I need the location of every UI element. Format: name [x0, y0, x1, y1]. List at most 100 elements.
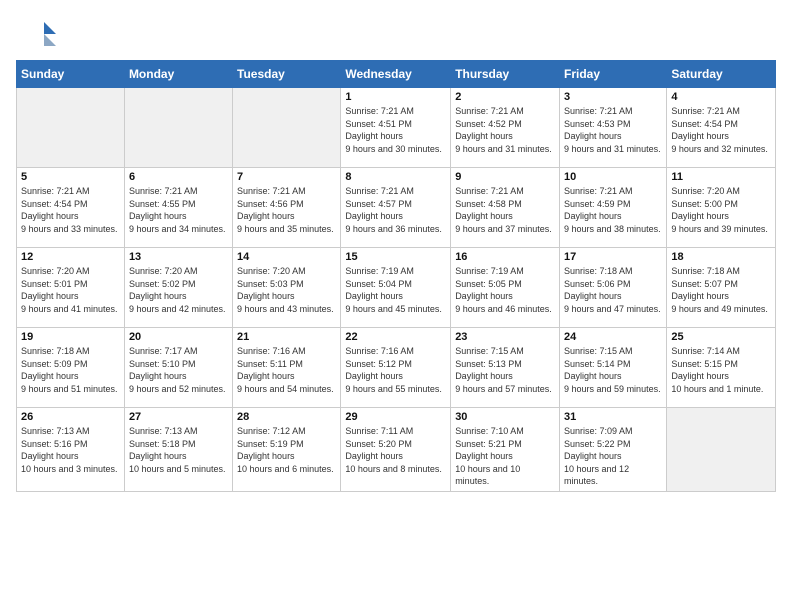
calendar-cell: 19 Sunrise: 7:18 AMSunset: 5:09 PMDayligh…	[17, 328, 125, 408]
calendar-cell	[233, 88, 341, 168]
day-number: 21	[237, 331, 336, 343]
weekday-header-saturday: Saturday	[667, 61, 776, 88]
calendar-cell: 26 Sunrise: 7:13 AMSunset: 5:16 PMDayligh…	[17, 408, 125, 492]
calendar-cell: 17 Sunrise: 7:18 AMSunset: 5:06 PMDayligh…	[560, 248, 667, 328]
day-info: Sunrise: 7:13 AMSunset: 5:16 PMDaylight …	[21, 425, 120, 475]
calendar-cell: 10 Sunrise: 7:21 AMSunset: 4:59 PMDayligh…	[560, 168, 667, 248]
calendar-cell: 15 Sunrise: 7:19 AMSunset: 5:04 PMDayligh…	[341, 248, 451, 328]
day-info: Sunrise: 7:21 AMSunset: 4:54 PMDaylight …	[21, 185, 120, 235]
calendar-cell: 6Sunrise: 7:21 AMSunset: 4:55 PMDaylight…	[124, 168, 232, 248]
weekday-header-wednesday: Wednesday	[341, 61, 451, 88]
weekday-header-monday: Monday	[124, 61, 232, 88]
day-number: 9	[455, 171, 555, 183]
day-number: 7	[237, 171, 336, 183]
logo	[24, 16, 64, 52]
day-number: 29	[345, 411, 446, 423]
day-info: Sunrise: 7:10 AMSunset: 5:21 PMDaylight …	[455, 425, 555, 488]
day-info: Sunrise: 7:21 AMSunset: 4:53 PMDaylight …	[564, 105, 662, 155]
day-number: 2	[455, 91, 555, 103]
calendar-cell	[17, 88, 125, 168]
calendar-cell: 30Sunrise: 7:10 AMSunset: 5:21 PMDayligh…	[451, 408, 560, 492]
weekday-header-sunday: Sunday	[17, 61, 125, 88]
calendar-cell: 16Sunrise: 7:19 AMSunset: 5:05 PMDayligh…	[451, 248, 560, 328]
calendar-cell: 21 Sunrise: 7:16 AMSunset: 5:11 PMDayligh…	[233, 328, 341, 408]
logo-icon	[24, 16, 60, 52]
day-info: Sunrise: 7:21 AMSunset: 4:55 PMDaylight …	[129, 185, 228, 235]
day-info: Sunrise: 7:21 AMSunset: 4:56 PMDaylight …	[237, 185, 336, 235]
day-info: Sunrise: 7:16 AMSunset: 5:11 PMDaylight …	[237, 345, 336, 395]
day-info: Sunrise: 7:15 AMSunset: 5:14 PMDaylight …	[564, 345, 662, 395]
day-number: 26	[21, 411, 120, 423]
calendar-cell: 23Sunrise: 7:15 AMSunset: 5:13 PMDayligh…	[451, 328, 560, 408]
calendar-cell: 11 Sunrise: 7:20 AMSunset: 5:00 PMDayligh…	[667, 168, 776, 248]
day-info: Sunrise: 7:13 AMSunset: 5:18 PMDaylight …	[129, 425, 228, 475]
calendar-cell: 9 Sunrise: 7:21 AMSunset: 4:58 PMDaylight…	[451, 168, 560, 248]
day-info: Sunrise: 7:19 AMSunset: 5:04 PMDaylight …	[345, 265, 446, 315]
day-number: 10	[564, 171, 662, 183]
day-number: 27	[129, 411, 228, 423]
day-info: Sunrise: 7:18 AMSunset: 5:06 PMDaylight …	[564, 265, 662, 315]
calendar-cell: 27 Sunrise: 7:13 AMSunset: 5:18 PMDayligh…	[124, 408, 232, 492]
week-row-5: 26 Sunrise: 7:13 AMSunset: 5:16 PMDayligh…	[17, 408, 776, 492]
day-number: 14	[237, 251, 336, 263]
calendar-cell: 22 Sunrise: 7:16 AMSunset: 5:12 PMDayligh…	[341, 328, 451, 408]
calendar-wrapper: SundayMondayTuesdayWednesdayThursdayFrid…	[0, 60, 792, 508]
calendar-table: SundayMondayTuesdayWednesdayThursdayFrid…	[16, 60, 776, 492]
day-info: Sunrise: 7:21 AMSunset: 4:57 PMDaylight …	[345, 185, 446, 235]
day-info: Sunrise: 7:16 AMSunset: 5:12 PMDaylight …	[345, 345, 446, 395]
week-row-3: 12Sunrise: 7:20 AMSunset: 5:01 PMDayligh…	[17, 248, 776, 328]
day-info: Sunrise: 7:20 AMSunset: 5:03 PMDaylight …	[237, 265, 336, 315]
header	[0, 0, 792, 60]
day-number: 22	[345, 331, 446, 343]
day-info: Sunrise: 7:18 AMSunset: 5:07 PMDaylight …	[671, 265, 771, 315]
week-row-4: 19 Sunrise: 7:18 AMSunset: 5:09 PMDayligh…	[17, 328, 776, 408]
day-number: 17	[564, 251, 662, 263]
day-info: Sunrise: 7:21 AMSunset: 4:54 PMDaylight …	[671, 105, 771, 155]
day-info: Sunrise: 7:17 AMSunset: 5:10 PMDaylight …	[129, 345, 228, 395]
calendar-cell: 24 Sunrise: 7:15 AMSunset: 5:14 PMDayligh…	[560, 328, 667, 408]
calendar-cell: 4 Sunrise: 7:21 AMSunset: 4:54 PMDaylight…	[667, 88, 776, 168]
day-info: Sunrise: 7:11 AMSunset: 5:20 PMDaylight …	[345, 425, 446, 475]
day-number: 11	[671, 171, 771, 183]
day-number: 20	[129, 331, 228, 343]
day-info: Sunrise: 7:14 AMSunset: 5:15 PMDaylight …	[671, 345, 771, 395]
calendar-cell: 12Sunrise: 7:20 AMSunset: 5:01 PMDayligh…	[17, 248, 125, 328]
day-info: Sunrise: 7:21 AMSunset: 4:58 PMDaylight …	[455, 185, 555, 235]
day-number: 5	[21, 171, 120, 183]
day-number: 8	[345, 171, 446, 183]
day-number: 24	[564, 331, 662, 343]
calendar-cell: 28Sunrise: 7:12 AMSunset: 5:19 PMDayligh…	[233, 408, 341, 492]
weekday-header-friday: Friday	[560, 61, 667, 88]
day-number: 19	[21, 331, 120, 343]
day-number: 31	[564, 411, 662, 423]
weekday-header-row: SundayMondayTuesdayWednesdayThursdayFrid…	[17, 61, 776, 88]
calendar-cell: 8 Sunrise: 7:21 AMSunset: 4:57 PMDaylight…	[341, 168, 451, 248]
calendar-cell: 31 Sunrise: 7:09 AMSunset: 5:22 PMDayligh…	[560, 408, 667, 492]
day-number: 23	[455, 331, 555, 343]
day-number: 12	[21, 251, 120, 263]
calendar-cell: 18Sunrise: 7:18 AMSunset: 5:07 PMDayligh…	[667, 248, 776, 328]
calendar-cell: 1 Sunrise: 7:21 AMSunset: 4:51 PMDaylight…	[341, 88, 451, 168]
calendar-cell: 2Sunrise: 7:21 AMSunset: 4:52 PMDaylight…	[451, 88, 560, 168]
day-info: Sunrise: 7:09 AMSunset: 5:22 PMDaylight …	[564, 425, 662, 488]
calendar-cell: 3Sunrise: 7:21 AMSunset: 4:53 PMDaylight…	[560, 88, 667, 168]
calendar-cell: 25Sunrise: 7:14 AMSunset: 5:15 PMDayligh…	[667, 328, 776, 408]
day-info: Sunrise: 7:19 AMSunset: 5:05 PMDaylight …	[455, 265, 555, 315]
calendar-cell	[667, 408, 776, 492]
day-number: 15	[345, 251, 446, 263]
calendar-cell: 7 Sunrise: 7:21 AMSunset: 4:56 PMDaylight…	[233, 168, 341, 248]
day-info: Sunrise: 7:20 AMSunset: 5:00 PMDaylight …	[671, 185, 771, 235]
day-number: 13	[129, 251, 228, 263]
day-number: 1	[345, 91, 446, 103]
day-info: Sunrise: 7:21 AMSunset: 4:59 PMDaylight …	[564, 185, 662, 235]
weekday-header-thursday: Thursday	[451, 61, 560, 88]
calendar-cell	[124, 88, 232, 168]
calendar-cell: 5 Sunrise: 7:21 AMSunset: 4:54 PMDaylight…	[17, 168, 125, 248]
calendar-cell: 20 Sunrise: 7:17 AMSunset: 5:10 PMDayligh…	[124, 328, 232, 408]
day-info: Sunrise: 7:18 AMSunset: 5:09 PMDaylight …	[21, 345, 120, 395]
day-info: Sunrise: 7:12 AMSunset: 5:19 PMDaylight …	[237, 425, 336, 475]
day-info: Sunrise: 7:21 AMSunset: 4:51 PMDaylight …	[345, 105, 446, 155]
calendar-cell: 29 Sunrise: 7:11 AMSunset: 5:20 PMDayligh…	[341, 408, 451, 492]
week-row-1: 1 Sunrise: 7:21 AMSunset: 4:51 PMDaylight…	[17, 88, 776, 168]
day-number: 4	[671, 91, 771, 103]
